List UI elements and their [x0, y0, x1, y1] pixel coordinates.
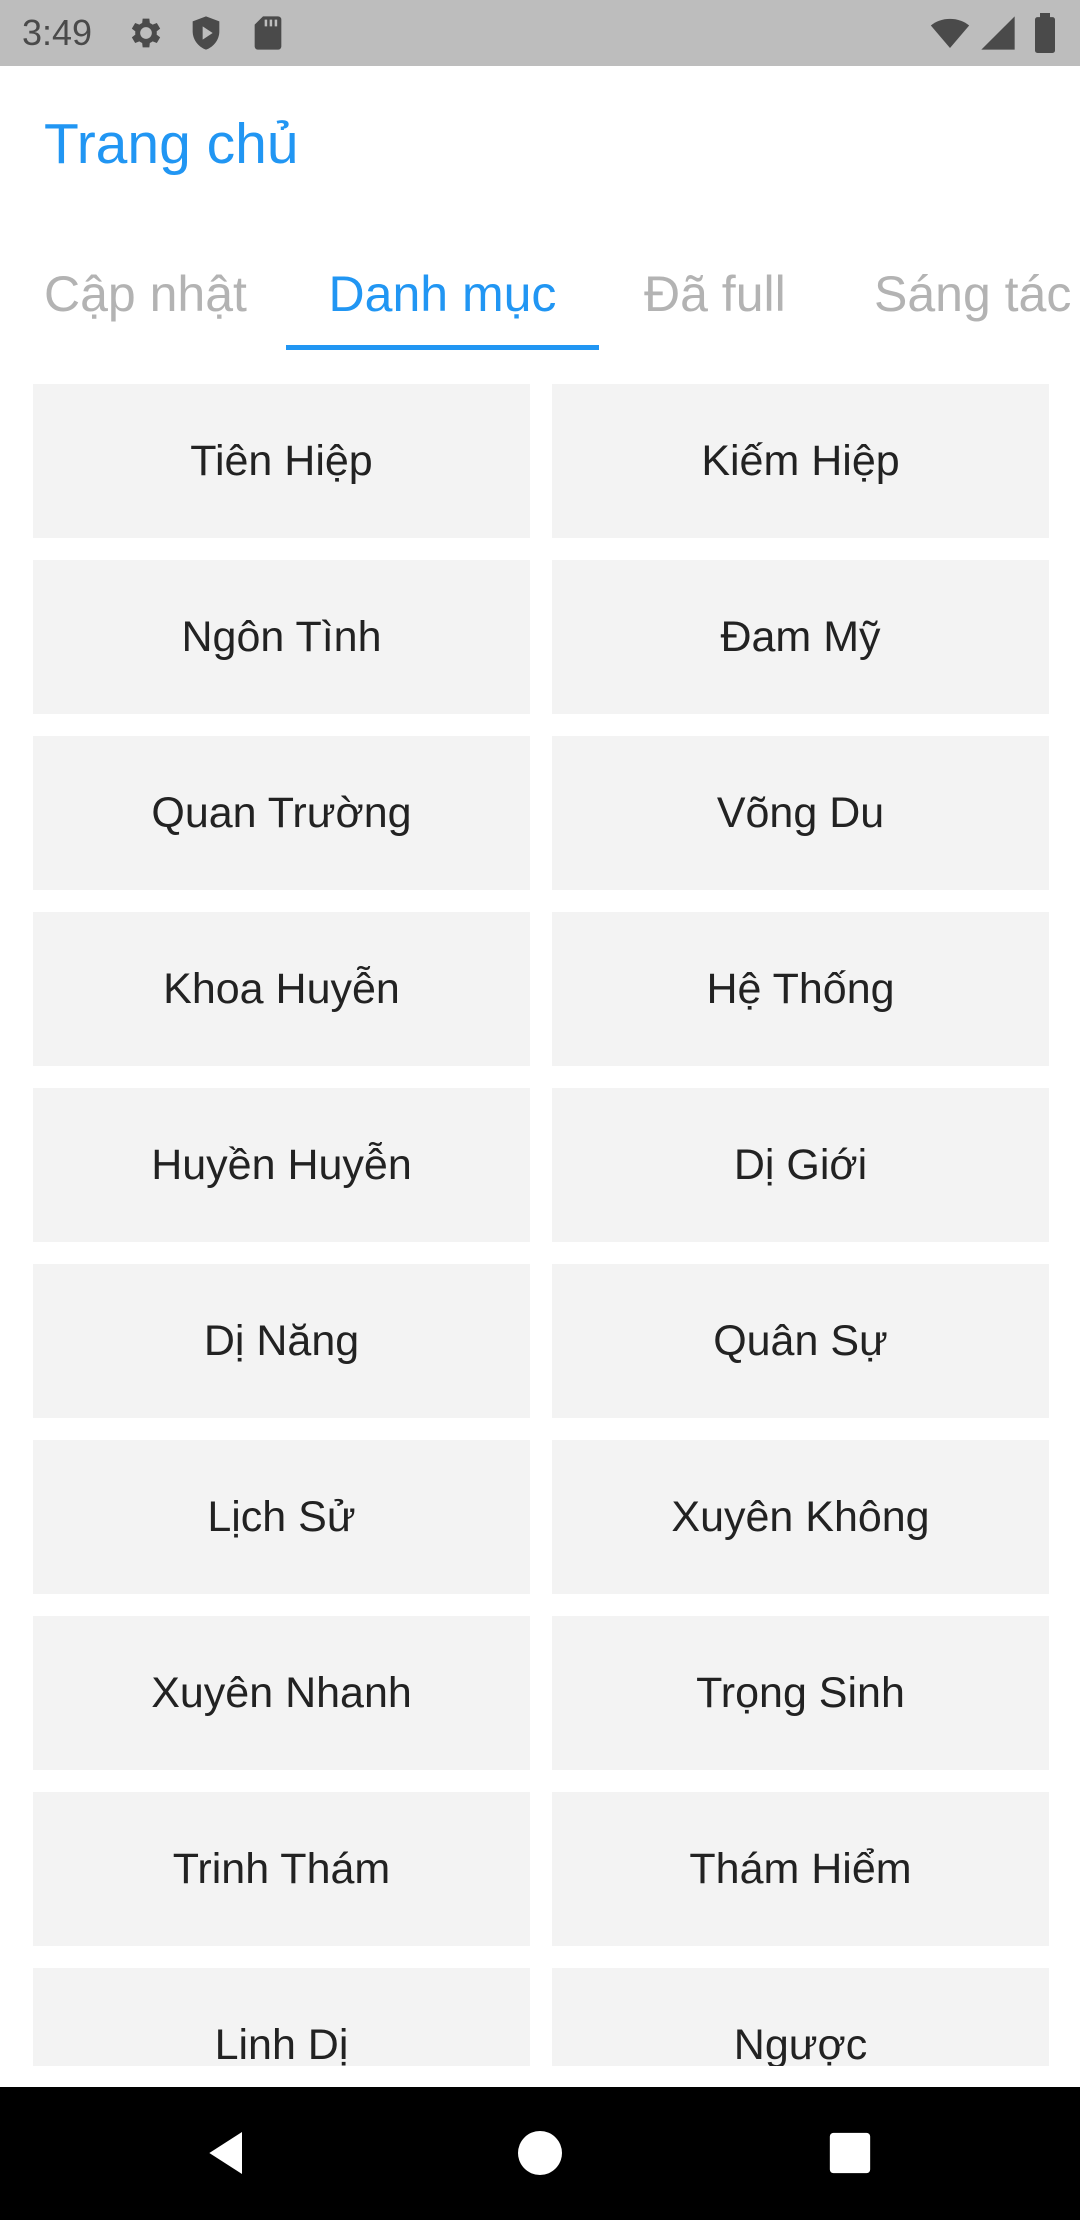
system-nav-bar [0, 2087, 1080, 2220]
status-bar: 3:49 [0, 0, 1080, 66]
category-tile[interactable]: Đam Mỹ [552, 560, 1049, 714]
category-tile[interactable]: Dị Giới [552, 1088, 1049, 1242]
category-tile[interactable]: Trinh Thám [33, 1792, 530, 1946]
gear-icon [126, 13, 166, 53]
back-icon[interactable] [192, 2117, 264, 2189]
tab-da-full[interactable]: Đã full [644, 236, 786, 352]
category-tile[interactable]: Xuyên Không [552, 1440, 1049, 1594]
category-tile[interactable]: Quân Sự [552, 1264, 1049, 1418]
category-tile[interactable]: Thám Hiểm [552, 1792, 1049, 1946]
screen: 3:49 Trang chủ Cập nhật Danh mục Đã full… [0, 0, 1080, 2220]
home-icon[interactable] [504, 2117, 576, 2189]
category-tile[interactable]: Huyền Huyễn [33, 1088, 530, 1242]
shield-icon [186, 13, 226, 53]
category-tile[interactable]: Trọng Sinh [552, 1616, 1049, 1770]
sd-card-icon [248, 13, 288, 53]
category-tile[interactable]: Tiên Hiệp [33, 384, 530, 538]
signal-icon [978, 13, 1018, 53]
tab-sang-tac[interactable]: Sáng tác [874, 236, 1071, 352]
wifi-icon [930, 13, 970, 53]
category-tile[interactable]: Lịch Sử [33, 1440, 530, 1594]
tab-cap-nhat[interactable]: Cập nhật [44, 236, 247, 352]
status-time: 3:49 [22, 12, 93, 53]
category-tile[interactable]: Kiếm Hiệp [552, 384, 1049, 538]
battery-icon [1030, 13, 1060, 53]
active-tab-indicator [286, 345, 599, 350]
category-list[interactable]: Tiên Hiệp Kiếm Hiệp Ngôn Tình Đam Mỹ Qua… [0, 352, 1080, 2066]
page-title: Trang chủ [44, 112, 299, 176]
category-tile[interactable]: Võng Du [552, 736, 1049, 890]
category-tile[interactable]: Xuyên Nhanh [33, 1616, 530, 1770]
category-tile[interactable]: Ngược [552, 1968, 1049, 2066]
category-grid: Tiên Hiệp Kiếm Hiệp Ngôn Tình Đam Mỹ Qua… [33, 384, 1049, 2066]
category-tile[interactable]: Quan Trường [33, 736, 530, 890]
category-tile[interactable]: Linh Dị [33, 1968, 530, 2066]
category-tile[interactable]: Hệ Thống [552, 912, 1049, 1066]
category-tile[interactable]: Ngôn Tình [33, 560, 530, 714]
tab-bar: Cập nhật Danh mục Đã full Sáng tác [0, 236, 1080, 352]
category-tile[interactable]: Khoa Huyễn [33, 912, 530, 1066]
category-tile[interactable]: Dị Năng [33, 1264, 530, 1418]
tab-danh-muc[interactable]: Danh mục [286, 236, 599, 352]
recents-icon[interactable] [814, 2117, 886, 2189]
